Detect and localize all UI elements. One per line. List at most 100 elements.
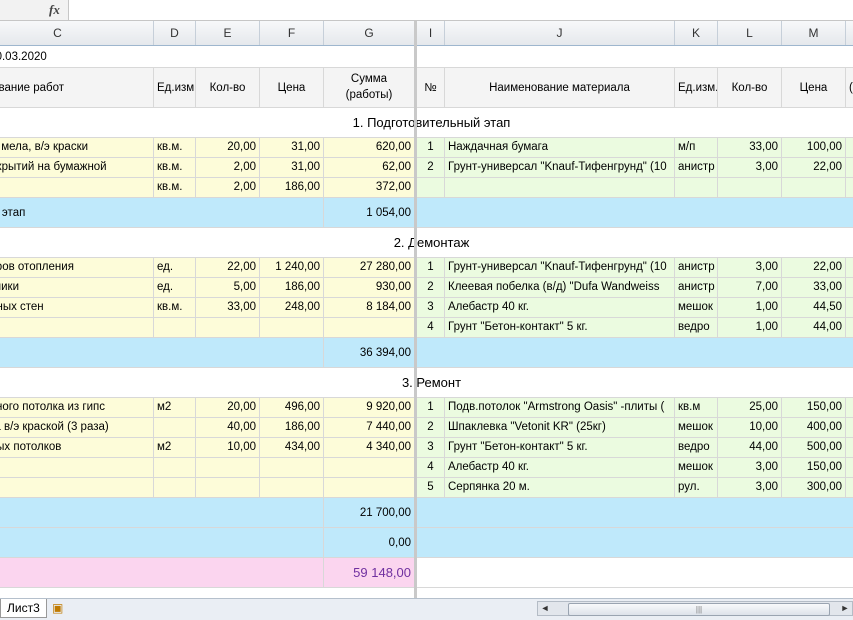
- cell-munit[interactable]: мешок: [675, 298, 718, 318]
- cell-num[interactable]: 2: [417, 158, 445, 178]
- cell-sum[interactable]: 7 440,00: [324, 418, 415, 438]
- cell-work[interactable]: [0, 478, 154, 498]
- cell-sum[interactable]: 372,00: [324, 178, 415, 198]
- cell-work[interactable]: [0, 318, 154, 338]
- cell-price[interactable]: 31,00: [260, 158, 324, 178]
- cell-unit[interactable]: [154, 458, 196, 478]
- blank-cell[interactable]: [846, 478, 853, 498]
- column-header-m[interactable]: M: [782, 21, 846, 45]
- cell-num[interactable]: [417, 178, 445, 198]
- cell-mqty[interactable]: 10,00: [718, 418, 782, 438]
- cell-price[interactable]: 248,00: [260, 298, 324, 318]
- cell-munit[interactable]: мешок: [675, 458, 718, 478]
- cell-mqty[interactable]: 7,00: [718, 278, 782, 298]
- column-header-i[interactable]: I: [417, 21, 445, 45]
- blank-cell[interactable]: [846, 398, 853, 418]
- cell-unit[interactable]: м2: [154, 438, 196, 458]
- cell-unit[interactable]: кв.м.: [154, 298, 196, 318]
- cell-munit[interactable]: рул.: [675, 478, 718, 498]
- cell-mprice[interactable]: 22,00: [782, 158, 846, 178]
- cell-mat[interactable]: Грунт "Бетон-контакт" 5 кг.: [445, 318, 675, 338]
- cell-mprice[interactable]: 22,00: [782, 258, 846, 278]
- cell-munit[interactable]: [675, 178, 718, 198]
- cell-mqty[interactable]: 1,00: [718, 298, 782, 318]
- cell-mat[interactable]: Алебастр 40 кг.: [445, 458, 675, 478]
- cell-work[interactable]: ирпичных стен: [0, 298, 154, 318]
- cell-work[interactable]: в и покрытий на бумажной: [0, 158, 154, 178]
- cell-work[interactable]: вести, мела, в/э краски: [0, 138, 154, 158]
- column-header-j[interactable]: J: [445, 21, 675, 45]
- column-header-g[interactable]: G: [324, 21, 415, 45]
- cell-qty[interactable]: [196, 478, 260, 498]
- cell-mqty[interactable]: 3,00: [718, 458, 782, 478]
- cell-mprice[interactable]: 44,50: [782, 298, 846, 318]
- blank-cell[interactable]: [846, 158, 853, 178]
- cell-mat[interactable]: Шпаклевка "Vetonit KR" (25кг): [445, 418, 675, 438]
- scroll-left-icon[interactable]: ◄: [538, 602, 552, 615]
- cell-sum[interactable]: 8 184,00: [324, 298, 415, 318]
- column-header-n[interactable]: [846, 21, 853, 45]
- cell-mprice[interactable]: [782, 178, 846, 198]
- cell-unit[interactable]: м2: [154, 398, 196, 418]
- cell-price[interactable]: 1 240,00: [260, 258, 324, 278]
- cell-work[interactable]: диаторов отопления: [0, 258, 154, 278]
- cell-qty[interactable]: 2,00: [196, 178, 260, 198]
- cell-unit[interactable]: [154, 418, 196, 438]
- cell-mat[interactable]: Алебастр 40 кг.: [445, 298, 675, 318]
- cell-sum[interactable]: [324, 458, 415, 478]
- cell-mat[interactable]: [445, 178, 675, 198]
- column-header-d[interactable]: D: [154, 21, 196, 45]
- frozen-pane-divider[interactable]: [414, 21, 417, 598]
- cell-qty[interactable]: 2,00: [196, 158, 260, 178]
- cell-mqty[interactable]: 1,00: [718, 318, 782, 338]
- cell-price[interactable]: [260, 318, 324, 338]
- cell-work[interactable]: антехники: [0, 278, 154, 298]
- cell-unit[interactable]: [154, 318, 196, 338]
- fx-icon[interactable]: fx: [49, 2, 60, 18]
- cell-sum[interactable]: 620,00: [324, 138, 415, 158]
- cell-work[interactable]: одвесного потолка из гипс: [0, 398, 154, 418]
- cell-munit[interactable]: ведро: [675, 438, 718, 458]
- cell-price[interactable]: 31,00: [260, 138, 324, 158]
- column-header-k[interactable]: K: [675, 21, 718, 45]
- cell-unit[interactable]: ед.: [154, 278, 196, 298]
- sheet-tab[interactable]: Лист3: [0, 599, 47, 618]
- cell-sum[interactable]: 4 340,00: [324, 438, 415, 458]
- cell-qty[interactable]: 33,00: [196, 298, 260, 318]
- cell-mprice[interactable]: 400,00: [782, 418, 846, 438]
- cell-num[interactable]: 5: [417, 478, 445, 498]
- horizontal-scrollbar[interactable]: ◄ ||| ►: [537, 601, 853, 616]
- cell-work[interactable]: реечных потолков: [0, 438, 154, 458]
- cell-num[interactable]: 1: [417, 138, 445, 158]
- column-header-e[interactable]: E: [196, 21, 260, 45]
- cell-mprice[interactable]: 150,00: [782, 458, 846, 478]
- cell-munit[interactable]: кв.м: [675, 398, 718, 418]
- cell-mat[interactable]: Клеевая побелка (в/д) "Dufa Wandweiss: [445, 278, 675, 298]
- blank-cell[interactable]: [846, 178, 853, 198]
- cell-sum[interactable]: 27 280,00: [324, 258, 415, 278]
- cell-price[interactable]: 186,00: [260, 278, 324, 298]
- cell-mat[interactable]: Грунт-универсал "Knauf-Тифенгрунд" (10: [445, 158, 675, 178]
- cell-mqty[interactable]: 44,00: [718, 438, 782, 458]
- cell-num[interactable]: 2: [417, 278, 445, 298]
- cell-num[interactable]: 4: [417, 458, 445, 478]
- cell-price[interactable]: 496,00: [260, 398, 324, 418]
- cell-mat[interactable]: Серпянка 20 м.: [445, 478, 675, 498]
- cell-mqty[interactable]: 3,00: [718, 158, 782, 178]
- cell-unit[interactable]: кв.м.: [154, 178, 196, 198]
- cell-mprice[interactable]: 33,00: [782, 278, 846, 298]
- cell-unit[interactable]: кв.м.: [154, 158, 196, 178]
- cell-mat[interactable]: Наждачная бумага: [445, 138, 675, 158]
- cell-munit[interactable]: анистр: [675, 258, 718, 278]
- cell-qty[interactable]: [196, 318, 260, 338]
- cell-price[interactable]: 186,00: [260, 178, 324, 198]
- cell-munit[interactable]: ведро: [675, 318, 718, 338]
- cell-qty[interactable]: 40,00: [196, 418, 260, 438]
- cell-mqty[interactable]: 3,00: [718, 478, 782, 498]
- column-header-c[interactable]: C: [0, 21, 154, 45]
- cell-qty[interactable]: 5,00: [196, 278, 260, 298]
- cell-munit[interactable]: м/п: [675, 138, 718, 158]
- cell-sum[interactable]: [324, 478, 415, 498]
- cell-mprice[interactable]: 500,00: [782, 438, 846, 458]
- cell-mprice[interactable]: 300,00: [782, 478, 846, 498]
